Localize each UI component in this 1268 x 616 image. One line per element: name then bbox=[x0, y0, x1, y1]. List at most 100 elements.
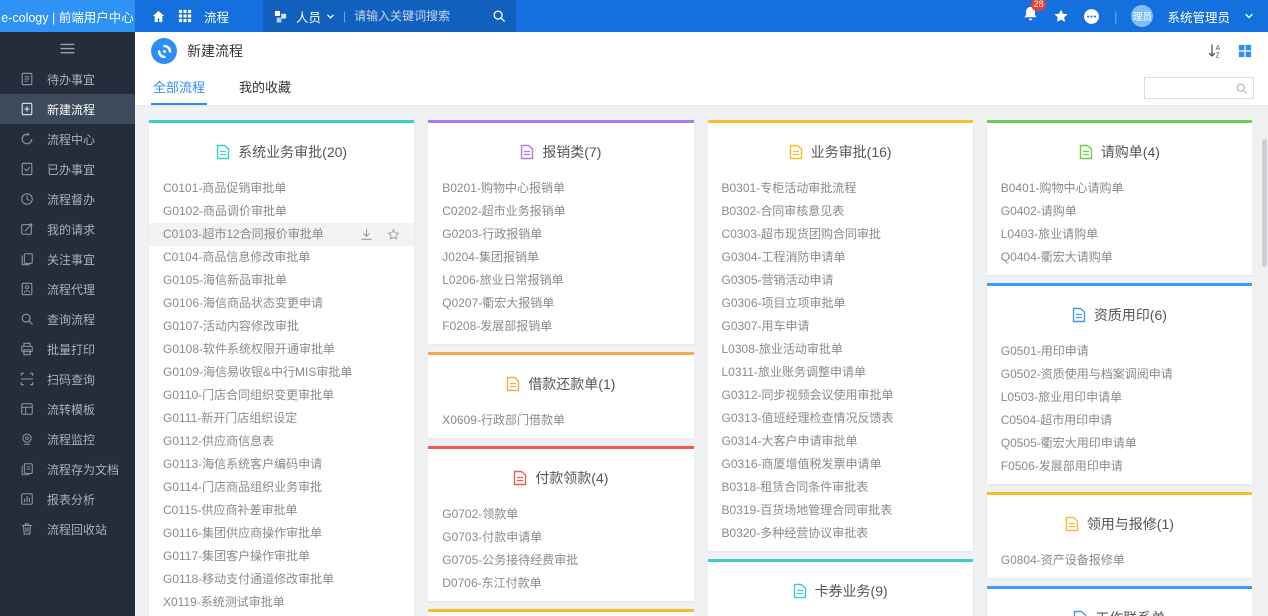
process-item[interactable]: L0503-旅业用印申请单 bbox=[987, 386, 1252, 409]
process-item[interactable]: G0112-供应商信息表 bbox=[149, 430, 414, 453]
process-item[interactable]: B0319-百货场地管理合同审批表 bbox=[708, 499, 973, 522]
process-item[interactable]: G0312-同步视频会议使用审批单 bbox=[708, 384, 973, 407]
tab-my-favorites[interactable]: 我的收藏 bbox=[237, 70, 293, 105]
process-item[interactable]: B0201-购物中心报销单 bbox=[428, 177, 693, 200]
process-item[interactable]: D0706-东江付款单 bbox=[428, 572, 693, 595]
sidebar-item[interactable]: 查询流程 bbox=[0, 304, 135, 334]
search-icon[interactable] bbox=[1235, 82, 1253, 95]
process-item[interactable]: L0311-旅业账务调整申请单 bbox=[708, 361, 973, 384]
process-item[interactable]: B0302-合同审核意见表 bbox=[708, 200, 973, 223]
process-item[interactable]: G0307-用车申请 bbox=[708, 315, 973, 338]
process-item[interactable]: Q0404-衢宏大请购单 bbox=[987, 246, 1252, 269]
process-item[interactable]: G0117-集团客户操作审批单 bbox=[149, 545, 414, 568]
sidebar-collapse-button[interactable] bbox=[0, 32, 135, 64]
sidebar-item[interactable]: 待办事宜 bbox=[0, 64, 135, 94]
list-search-input[interactable] bbox=[1145, 81, 1235, 95]
avatar[interactable]: 理员 bbox=[1131, 5, 1154, 27]
sidebar-item[interactable]: 已办事宜 bbox=[0, 154, 135, 184]
process-item[interactable]: G0114-门店商品组织业务审批 bbox=[149, 476, 414, 499]
process-item[interactable]: G0110-门店合同组织变更审批单 bbox=[149, 384, 414, 407]
process-item[interactable]: G0316-商厦增值税发票申请单 bbox=[708, 453, 973, 476]
process-item[interactable]: G0203-行政报销单 bbox=[428, 223, 693, 246]
process-item[interactable]: L0403-旅业请购单 bbox=[987, 223, 1252, 246]
process-item[interactable]: B0318-租赁合同条件审批表 bbox=[708, 476, 973, 499]
sidebar-item[interactable]: 流程回收站 bbox=[0, 514, 135, 544]
app-logo[interactable]: e-cology | 前端用户中心 bbox=[0, 0, 135, 32]
process-item[interactable]: J0204-集团报销单 bbox=[428, 246, 693, 269]
process-item[interactable]: G0305-营销活动申请 bbox=[708, 269, 973, 292]
process-item[interactable]: G0402-请购单 bbox=[987, 200, 1252, 223]
global-search-input[interactable] bbox=[354, 9, 485, 23]
process-item[interactable]: G0502-资质使用与档案调阅申请 bbox=[987, 363, 1252, 386]
process-item[interactable]: F0506-发展部用印申请 bbox=[987, 455, 1252, 478]
sidebar-item[interactable]: 批量打印 bbox=[0, 334, 135, 364]
sidebar-item[interactable]: 报表分析 bbox=[0, 484, 135, 514]
sidebar-item[interactable]: 扫码查询 bbox=[0, 364, 135, 394]
process-item[interactable]: G0108-软件系统权限开通审批单 bbox=[149, 338, 414, 361]
search-icon[interactable] bbox=[492, 9, 506, 23]
process-item[interactable]: C0202-超市业务报销单 bbox=[428, 200, 693, 223]
sidebar-item[interactable]: 流程督办 bbox=[0, 184, 135, 214]
process-item[interactable]: C0504-超市用印申请 bbox=[987, 409, 1252, 432]
notifications-button[interactable]: 28 bbox=[1022, 0, 1047, 27]
sidebar-item[interactable]: 关注事宜 bbox=[0, 244, 135, 274]
process-item[interactable]: G0804-资产设备报修单 bbox=[987, 549, 1252, 572]
process-item[interactable]: C0303-超市现货团购合同审批 bbox=[708, 223, 973, 246]
scrollbar[interactable] bbox=[1262, 107, 1267, 616]
scrollbar-thumb[interactable] bbox=[1262, 139, 1267, 267]
process-item[interactable]: G0111-新开门店组织设定 bbox=[149, 407, 414, 430]
process-item[interactable]: G0109-海信易收银&中行MIS审批单 bbox=[149, 361, 414, 384]
search-scope-select[interactable]: 人员 bbox=[296, 7, 335, 26]
process-item[interactable]: G0705-公务接待经费审批 bbox=[428, 549, 693, 572]
chevron-down-icon[interactable] bbox=[1244, 11, 1254, 21]
process-item[interactable]: B0301-专柜活动审批流程 bbox=[708, 177, 973, 200]
process-item[interactable]: G0703-付款申请单 bbox=[428, 526, 693, 549]
username[interactable]: 系统管理员 bbox=[1167, 7, 1230, 26]
sidebar-item[interactable]: 流程监控 bbox=[0, 424, 135, 454]
category-header: 报销类(7) bbox=[428, 123, 693, 177]
download-icon[interactable] bbox=[360, 228, 373, 241]
process-item[interactable]: G0306-项目立项审批单 bbox=[708, 292, 973, 315]
star-icon[interactable] bbox=[1053, 8, 1069, 24]
sidebar-item[interactable]: 流程代理 bbox=[0, 274, 135, 304]
process-item[interactable]: X0119-系统测试审批单 bbox=[149, 591, 414, 614]
sidebar-item[interactable]: 流转模板 bbox=[0, 394, 135, 424]
process-item[interactable]: G0102-商品调价审批单 bbox=[149, 200, 414, 223]
grid-view-icon[interactable] bbox=[1238, 44, 1252, 58]
ellipsis-icon[interactable] bbox=[1083, 8, 1100, 25]
process-item[interactable]: C0115-供应商补差审批单 bbox=[149, 499, 414, 522]
star-outline-icon[interactable] bbox=[387, 228, 400, 241]
process-item[interactable]: G0314-大客户申请审批单 bbox=[708, 430, 973, 453]
home-icon[interactable] bbox=[151, 9, 166, 24]
process-item[interactable]: C0101-商品促销审批单 bbox=[149, 177, 414, 200]
process-item[interactable]: G0116-集团供应商操作审批单 bbox=[149, 522, 414, 545]
sidebar-item[interactable]: 流程中心 bbox=[0, 124, 135, 154]
process-item[interactable]: G0501-用印申请 bbox=[987, 340, 1252, 363]
process-item[interactable]: B0320-多种经营协议审批表 bbox=[708, 522, 973, 545]
process-item[interactable]: L0206-旅业日常报销单 bbox=[428, 269, 693, 292]
process-item[interactable]: G0107-活动内容修改审批 bbox=[149, 315, 414, 338]
process-item[interactable]: Q0505-衢宏大用印申请单 bbox=[987, 432, 1252, 455]
nav-workflow-label[interactable]: 流程 bbox=[204, 7, 229, 26]
process-item[interactable]: F0208-发展部报销单 bbox=[428, 315, 693, 338]
process-item[interactable]: B0401-购物中心请购单 bbox=[987, 177, 1252, 200]
sidebar-item[interactable]: 我的请求 bbox=[0, 214, 135, 244]
apps-grid-icon[interactable] bbox=[178, 9, 192, 23]
process-item[interactable]: C0104-商品信息修改审批单 bbox=[149, 246, 414, 269]
process-item[interactable]: G0702-领款单 bbox=[428, 503, 693, 526]
process-item[interactable]: X0609-行政部门借款单 bbox=[428, 409, 693, 432]
sidebar-item[interactable]: 流程存为文档 bbox=[0, 454, 135, 484]
process-item[interactable]: Q0207-衢宏大报销单 bbox=[428, 292, 693, 315]
process-item[interactable]: G0113-海信系统客户编码申请 bbox=[149, 453, 414, 476]
process-item[interactable]: G0313-值班经理检查情况反馈表 bbox=[708, 407, 973, 430]
process-item[interactable]: G0118-移动支付通道修改审批单 bbox=[149, 568, 414, 591]
process-item[interactable]: G0105-海信新品审批单 bbox=[149, 269, 414, 292]
sidebar-item[interactable]: 新建流程 bbox=[0, 94, 135, 124]
process-item[interactable]: C0103-超市12合同报价审批单 bbox=[149, 223, 415, 246]
org-icon[interactable] bbox=[273, 9, 288, 24]
process-item[interactable]: G0304-工程消防申请单 bbox=[708, 246, 973, 269]
process-item[interactable]: G0106-海信商品状态变更申请 bbox=[149, 292, 414, 315]
tab-all-processes[interactable]: 全部流程 bbox=[151, 70, 208, 105]
process-item[interactable]: L0308-旅业活动审批单 bbox=[708, 338, 973, 361]
sort-az-icon[interactable]: AZ bbox=[1207, 43, 1224, 59]
